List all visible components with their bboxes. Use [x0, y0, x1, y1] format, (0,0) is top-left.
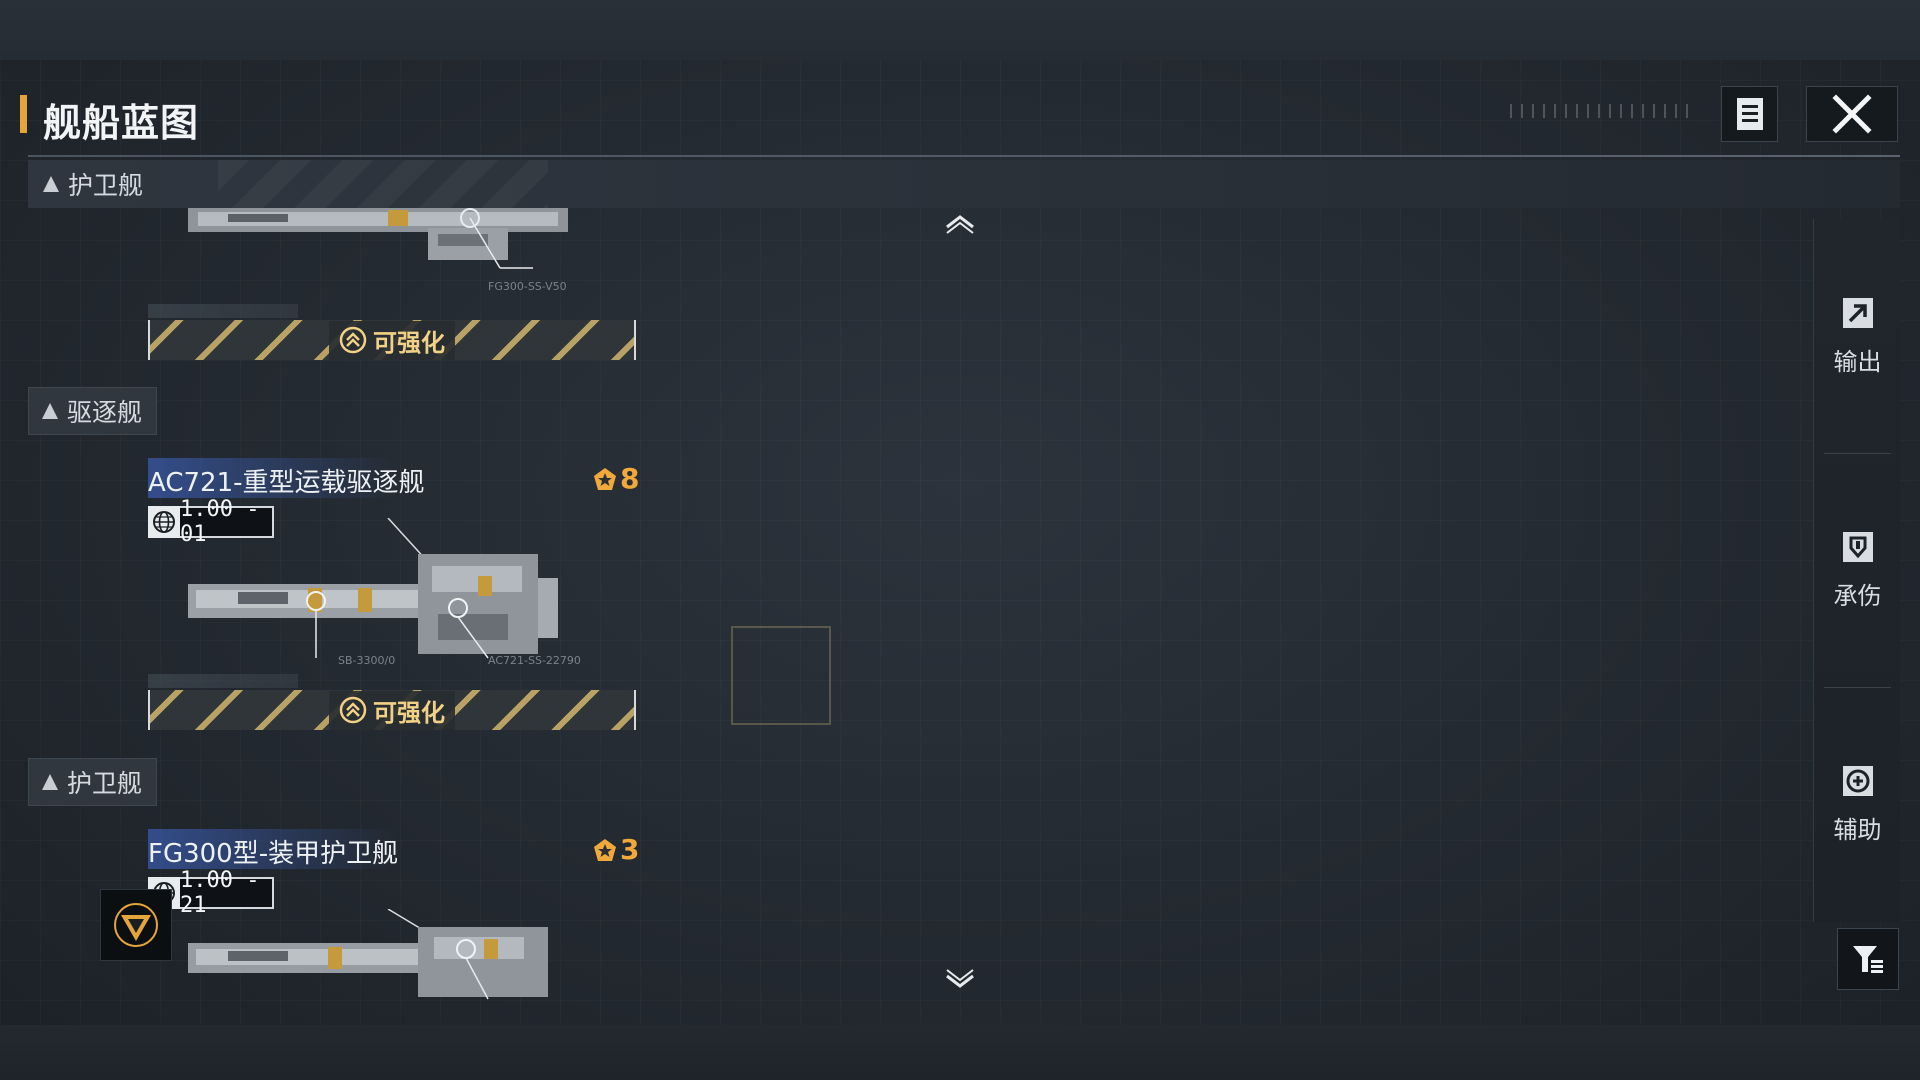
category-header-frigate[interactable]: 护卫舰 [28, 758, 158, 806]
ship-level: 3 [592, 833, 639, 866]
ship-level-value: 8 [620, 462, 640, 495]
upgrade-chevron-icon [339, 326, 367, 354]
top-band [0, 0, 1920, 60]
header-tick-decoration [1510, 104, 1690, 118]
category-stripes [218, 160, 548, 208]
side-item-tank[interactable]: 承伤 [1814, 453, 1901, 687]
card-shelf [148, 674, 298, 688]
ship-tag: AC721-SS-22790 [488, 654, 581, 667]
ship-name: FG300型-装甲护卫舰 [148, 839, 399, 869]
notes-button[interactable] [1721, 86, 1778, 142]
bottom-band [0, 1025, 1920, 1080]
side-item-output[interactable]: 输出 [1814, 219, 1901, 453]
side-item-label: 输出 [1833, 347, 1882, 376]
role-filter-panel: 输出 承伤 辅助 [1813, 219, 1900, 922]
enhance-bar[interactable]: 可强化 [148, 320, 636, 360]
collapse-triangle-icon [43, 176, 59, 192]
ship-tag: FG300-SS-V50 [488, 280, 567, 293]
enhance-bar[interactable]: 可强化 [148, 690, 636, 730]
ship-blueprint-image: FG300-SS-V50 [188, 208, 568, 293]
category-header-destroyer[interactable]: 驱逐舰 [28, 387, 158, 435]
side-item-support[interactable]: 辅助 [1814, 687, 1901, 921]
category-label: 护卫舰 [67, 769, 143, 798]
scroll-down-chevron-icon[interactable] [944, 968, 976, 990]
focus-frame [731, 626, 831, 725]
rank-star-icon [594, 838, 616, 861]
enhance-label: 可强化 [373, 698, 445, 727]
scroll-up-chevron-icon[interactable] [944, 213, 976, 235]
upgrade-chevron-icon [339, 696, 367, 724]
export-arrow-icon [1842, 297, 1873, 328]
rank-triangle-icon [114, 903, 158, 947]
header-divider [28, 155, 1900, 157]
category-label: 驱逐舰 [67, 398, 143, 427]
ship-tag: SB-3300/0 [338, 654, 395, 667]
collapse-triangle-icon [42, 403, 58, 419]
enhance-label: 可强化 [373, 328, 445, 357]
ship-level: 8 [592, 462, 639, 495]
rank-badge[interactable] [100, 889, 172, 961]
side-item-label: 辅助 [1833, 815, 1882, 844]
page-title: 舰船蓝图 [43, 101, 200, 145]
collapse-triangle-icon [42, 774, 58, 790]
close-button[interactable] [1806, 86, 1898, 142]
ship-blueprint-image [188, 909, 548, 1000]
filter-button[interactable] [1837, 928, 1899, 990]
ship-blueprint-image: SB-3300/0 AC721-SS-22790 [188, 518, 581, 667]
close-x-icon [1832, 94, 1872, 134]
document-list-icon [1736, 98, 1763, 130]
card-shelf [148, 304, 298, 318]
side-item-label: 承伤 [1833, 581, 1882, 610]
shield-icon [1842, 531, 1873, 562]
category-label: 护卫舰 [68, 171, 144, 200]
ship-level-value: 3 [620, 833, 640, 866]
version-value: 1.00 - 21 [180, 868, 274, 918]
support-crosshair-icon [1842, 765, 1873, 796]
globe-icon [153, 511, 175, 533]
filter-sort-icon [1853, 946, 1883, 973]
title-accent-bar [20, 95, 27, 133]
rank-star-icon [594, 467, 616, 490]
category-header-sticky[interactable]: 护卫舰 [28, 160, 1900, 208]
ship-name: AC721-重型运载驱逐舰 [148, 468, 425, 498]
